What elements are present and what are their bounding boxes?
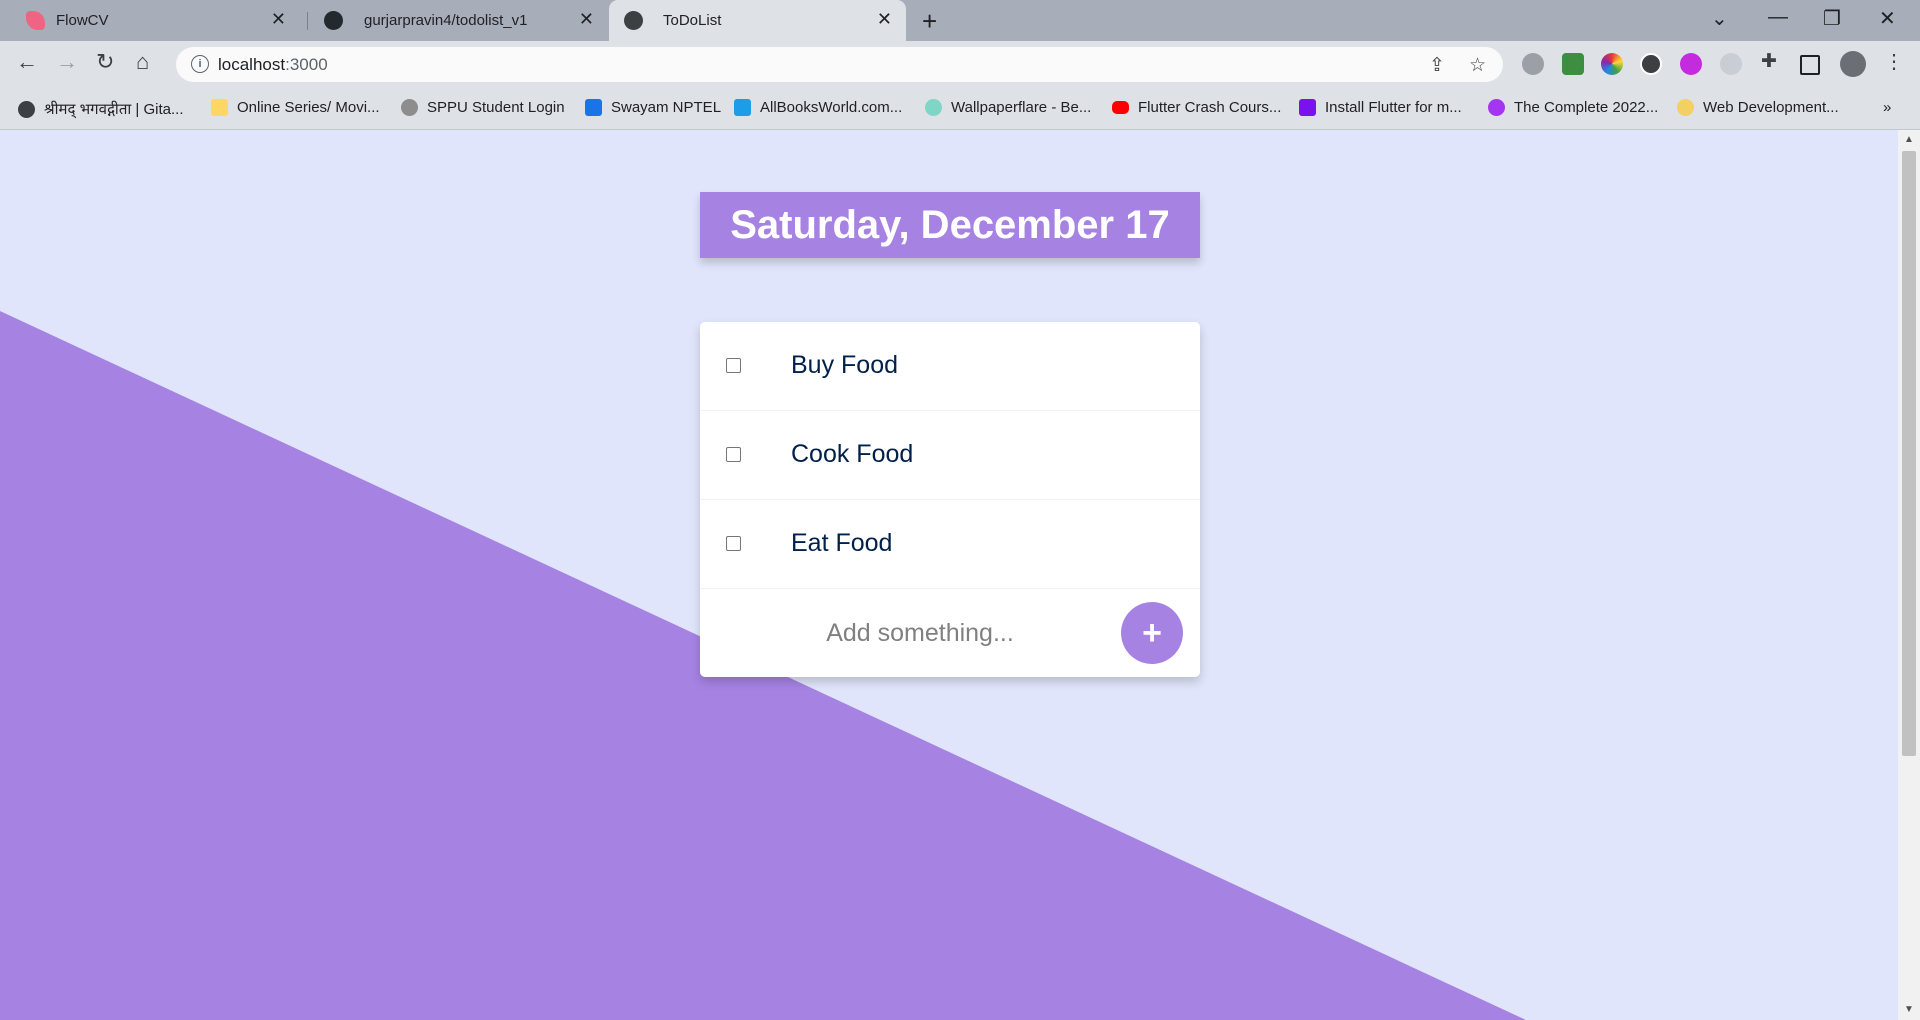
item-text: Cook Food — [791, 440, 914, 468]
bookmark-item[interactable]: Swayam NPTEL — [585, 99, 721, 116]
book-icon — [734, 99, 751, 116]
bookmark-label: Wallpaperflare - Be... — [951, 99, 1092, 116]
add-item-form: Add something... + — [700, 589, 1200, 677]
avatar[interactable] — [1840, 51, 1866, 77]
extensions-puzzle-icon[interactable]: ✚ — [1761, 50, 1777, 73]
tab-search-icon[interactable]: ⌄ — [1711, 6, 1728, 31]
restore-icon[interactable]: ❐ — [1823, 6, 1841, 31]
web-dev-icon — [1677, 99, 1694, 116]
tab-title: FlowCV — [56, 12, 109, 29]
bookmark-label: The Complete 2022... — [1514, 99, 1659, 116]
bookmark-item[interactable]: Web Development... — [1677, 99, 1839, 116]
bookmark-label: Web Development... — [1703, 99, 1839, 116]
github-icon — [324, 11, 343, 30]
item-checkbox[interactable] — [726, 358, 741, 373]
page-scrollbar[interactable]: ▲ ▼ — [1898, 130, 1920, 1020]
address-url[interactable]: localhost:3000 — [218, 55, 328, 75]
bookmark-label: Install Flutter for m... — [1325, 99, 1462, 116]
page-title: Saturday, December 17 — [730, 202, 1170, 247]
new-tab-icon[interactable]: + — [922, 6, 937, 37]
page-viewport: Saturday, December 17 Buy Food Cook Food… — [0, 130, 1898, 1020]
browser-tab-todolist[interactable]: ToDoList ✕ — [609, 0, 906, 41]
bootstrap-icon — [1299, 99, 1316, 116]
add-item-button[interactable]: + — [1121, 602, 1183, 664]
scroll-up-arrow-icon[interactable]: ▲ — [1904, 134, 1914, 145]
bookmark-label: AllBooksWorld.com... — [760, 99, 903, 116]
bookmark-item[interactable]: The Complete 2022... — [1488, 99, 1658, 116]
menu-kebab-icon[interactable]: ⋮ — [1884, 49, 1904, 74]
close-window-icon[interactable]: ✕ — [1879, 6, 1896, 31]
list-item: Buy Food — [700, 322, 1200, 411]
item-checkbox[interactable] — [726, 447, 741, 462]
wallpaperflare-icon — [925, 99, 942, 116]
address-bar[interactable]: i localhost:3000 ⇪ ☆ — [176, 47, 1503, 82]
scroll-down-arrow-icon[interactable]: ▼ — [1904, 1004, 1914, 1015]
bookmark-label: SPPU Student Login — [427, 99, 565, 116]
swayam-icon — [585, 99, 602, 116]
tab-separator — [307, 12, 308, 30]
close-tab-icon[interactable]: ✕ — [271, 9, 286, 30]
flowcv-icon — [26, 11, 45, 30]
bookmark-label: Swayam NPTEL — [611, 99, 722, 116]
list-item: Eat Food — [700, 500, 1200, 589]
tab-title: gurjarpravin4/todolist_v1 — [364, 12, 528, 29]
bookmark-star-icon[interactable]: ☆ — [1469, 54, 1486, 77]
bookmarks-bar: श्रीमद् भगवद्गीता | Gita... Online Serie… — [0, 89, 1920, 130]
date-heading-box: Saturday, December 17 — [700, 192, 1200, 258]
side-panel-icon[interactable] — [1800, 55, 1820, 75]
item-text: Buy Food — [791, 351, 899, 379]
bookmark-item[interactable]: श्रीमद् भगवद्गीता | Gita... — [18, 99, 184, 119]
bookmark-item[interactable]: AllBooksWorld.com... — [734, 99, 902, 116]
sppu-icon — [401, 99, 418, 116]
reload-icon[interactable]: ↻ — [96, 49, 114, 75]
url-host: localhost — [218, 55, 286, 74]
browser-tabstrip: FlowCV ✕ gurjarpravin4/todolist_v1 ✕ ToD… — [0, 0, 1920, 41]
globe-icon — [18, 100, 35, 118]
extension-bug-icon[interactable] — [1522, 53, 1544, 75]
more-bookmarks-icon[interactable]: » — [1883, 99, 1891, 116]
extension-react-icon[interactable] — [1720, 53, 1742, 75]
share-icon[interactable]: ⇪ — [1429, 54, 1445, 77]
browser-tab-flowcv[interactable]: FlowCV ✕ — [0, 0, 300, 41]
todo-list-card: Buy Food Cook Food Eat Food Add somethin… — [700, 322, 1200, 677]
bookmark-item[interactable]: Wallpaperflare - Be... — [925, 99, 1091, 116]
tab-title: ToDoList — [663, 12, 722, 29]
forward-icon[interactable]: → — [56, 49, 78, 75]
minimize-icon[interactable]: — — [1768, 6, 1788, 29]
bookmark-label: Online Series/ Movi... — [237, 99, 380, 116]
site-info-icon[interactable]: i — [191, 55, 209, 73]
folder-icon — [211, 99, 228, 116]
bookmark-item[interactable]: Flutter Crash Cours... — [1112, 99, 1281, 116]
udemy-icon — [1488, 99, 1505, 116]
scrollbar-thumb[interactable] — [1902, 151, 1916, 756]
globe-icon — [624, 11, 643, 30]
extension-html-icon[interactable] — [1562, 53, 1584, 75]
bookmark-item[interactable]: SPPU Student Login — [401, 99, 565, 116]
bookmark-item[interactable]: Install Flutter for m... — [1299, 99, 1462, 116]
bookmark-label: Flutter Crash Cours... — [1138, 99, 1282, 116]
home-icon[interactable]: ⌂ — [136, 49, 149, 75]
youtube-icon — [1112, 101, 1129, 114]
close-tab-icon[interactable]: ✕ — [877, 9, 892, 30]
close-tab-icon[interactable]: ✕ — [579, 9, 594, 30]
url-port: :3000 — [285, 55, 328, 74]
extension-color-icon[interactable] — [1601, 53, 1623, 75]
extension-dots-icon[interactable] — [1640, 53, 1662, 75]
bookmark-label: श्रीमद् भगवद्गीता | Gita... — [44, 101, 184, 118]
new-item-input[interactable]: Add something... — [700, 589, 1140, 677]
bookmark-item[interactable]: Online Series/ Movi... — [211, 99, 380, 116]
back-icon[interactable]: ← — [16, 49, 38, 75]
browser-tab-github[interactable]: gurjarpravin4/todolist_v1 ✕ — [310, 0, 608, 41]
item-text: Eat Food — [791, 529, 893, 557]
extension-purple-icon[interactable] — [1680, 53, 1702, 75]
item-checkbox[interactable] — [726, 536, 741, 551]
browser-toolbar: ← → ↻ ⌂ i localhost:3000 ⇪ ☆ ✚ ⋮ — [0, 41, 1920, 89]
list-item: Cook Food — [700, 411, 1200, 500]
